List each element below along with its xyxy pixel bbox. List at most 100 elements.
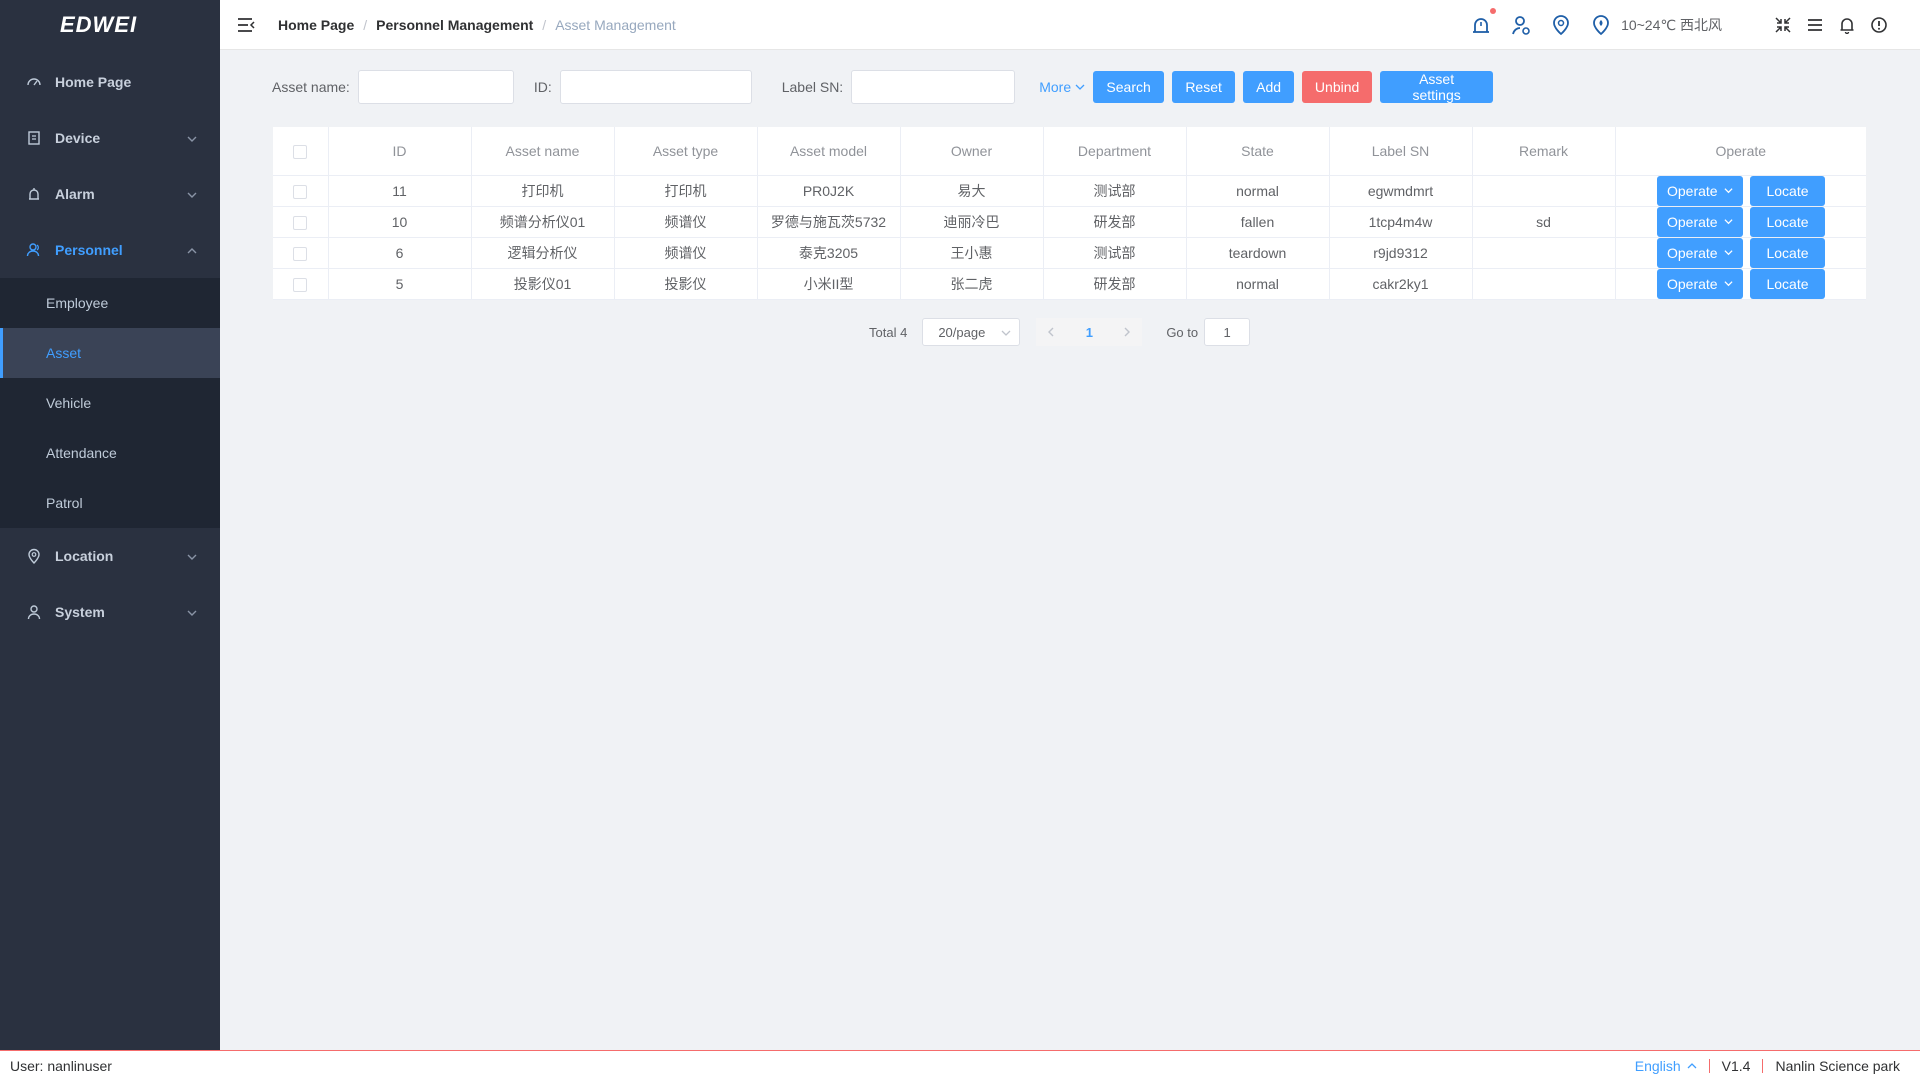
id-label: ID:	[533, 78, 552, 95]
label-sn-input[interactable]	[851, 69, 1016, 104]
column-header-remark[interactable]: Remark	[1472, 127, 1616, 176]
map-pin-icon[interactable]	[1549, 13, 1573, 37]
chevron-down-icon	[1724, 188, 1733, 194]
table-row[interactable]: 10 频谱分析仪01 频谱仪 罗德与施瓦茨5732 迪丽冷巴 研发部 falle…	[273, 206, 1866, 238]
sidebar-subitem-vehicle[interactable]: Vehicle	[0, 378, 220, 428]
chevron-down-icon	[186, 550, 198, 566]
chevron-down-icon	[186, 188, 198, 204]
sidebar-subitem-label: Attendance	[46, 445, 117, 461]
sidebar-item-alarm[interactable]: Alarm	[0, 166, 220, 222]
more-filters-toggle[interactable]: More	[1039, 79, 1085, 95]
select-all-checkbox[interactable]	[293, 144, 308, 159]
goto-page: Go to 1	[1166, 318, 1251, 346]
reset-button[interactable]: Reset	[1172, 70, 1236, 103]
breadcrumb-asset-management: Asset Management	[555, 16, 676, 33]
footer-divider	[1762, 1059, 1764, 1073]
column-header-asset-model[interactable]: Asset model	[757, 127, 901, 176]
sidebar-item-label: Personnel	[55, 242, 123, 258]
locate-button[interactable]: Locate	[1750, 237, 1825, 268]
locate-button[interactable]: Locate	[1750, 206, 1825, 237]
breadcrumb-personnel-management[interactable]: Personnel Management	[376, 17, 533, 33]
cell-state: fallen	[1186, 206, 1330, 238]
menu-list-icon[interactable]	[1804, 13, 1826, 37]
asset-name-label: Asset name:	[272, 78, 350, 95]
operate-dropdown-button[interactable]: Operate	[1656, 268, 1743, 299]
cell-operate: Operate Locate	[1615, 175, 1866, 207]
cell-remark	[1472, 175, 1616, 207]
sidebar-item-label: Alarm	[55, 186, 95, 202]
chevron-left-icon	[1048, 327, 1054, 337]
operate-label: Operate	[1666, 244, 1718, 261]
cell-id: 11	[328, 175, 472, 207]
asset-name-input[interactable]	[357, 69, 514, 104]
exit-fullscreen-icon[interactable]	[1772, 13, 1794, 37]
column-header-id[interactable]: ID	[328, 127, 472, 176]
column-header-label-sn[interactable]: Label SN	[1329, 127, 1473, 176]
cell-owner: 迪丽冷巴	[900, 206, 1044, 238]
sidebar-subitem-employee[interactable]: Employee	[0, 278, 220, 328]
unbind-button[interactable]: Unbind	[1302, 70, 1373, 103]
language-label: English	[1634, 1058, 1681, 1074]
column-header-asset-type[interactable]: Asset type	[614, 127, 758, 176]
asset-settings-button[interactable]: Asset settings	[1380, 70, 1494, 103]
table-row[interactable]: 5 投影仪01 投影仪 小米II型 张二虎 研发部 normal cakr2ky…	[273, 268, 1866, 300]
language-switcher[interactable]: English	[1635, 1058, 1697, 1074]
operate-dropdown-button[interactable]: Operate	[1656, 175, 1743, 206]
sidebar-item-personnel[interactable]: Personnel	[0, 222, 220, 278]
personnel-track-icon[interactable]	[1509, 13, 1533, 37]
column-header-department[interactable]: Department	[1043, 127, 1187, 176]
row-checkbox[interactable]	[293, 246, 308, 261]
row-checkbox[interactable]	[293, 184, 308, 199]
select-all-cell	[273, 127, 329, 176]
cell-department: 研发部	[1043, 268, 1187, 300]
page-number-current[interactable]: 1	[1066, 318, 1113, 346]
row-checkbox[interactable]	[293, 215, 308, 230]
prev-page-button[interactable]	[1036, 318, 1067, 346]
chevron-right-icon	[1124, 327, 1131, 337]
search-button[interactable]: Search	[1093, 70, 1165, 103]
current-user: User: nanlinuser	[10, 1057, 112, 1074]
sidebar-item-home[interactable]: Home Page	[0, 54, 220, 110]
next-page-button[interactable]	[1112, 318, 1143, 346]
sidebar-item-device[interactable]: Device	[0, 110, 220, 166]
operate-dropdown-button[interactable]: Operate	[1656, 206, 1743, 237]
goto-page-input[interactable]: 1	[1204, 318, 1251, 346]
logo-text: EDWEI	[60, 12, 138, 37]
cell-label-sn: egwmdmrt	[1329, 175, 1473, 207]
operate-label: Operate	[1666, 213, 1718, 230]
row-checkbox[interactable]	[293, 277, 308, 292]
cell-id: 5	[328, 268, 472, 300]
breadcrumb-home[interactable]: Home Page	[278, 17, 354, 33]
sidebar-subitem-attendance[interactable]: Attendance	[0, 428, 220, 478]
alarm-light-icon[interactable]	[1469, 8, 1497, 37]
table-row[interactable]: 6 逻辑分析仪 频谱仪 泰克3205 王小惠 测试部 teardown r9jd…	[273, 237, 1866, 269]
sidebar-item-system[interactable]: System	[0, 584, 220, 640]
operate-label: Operate	[1666, 275, 1718, 292]
sidebar-subitem-label: Asset	[46, 345, 82, 361]
cell-label-sn: cakr2ky1	[1329, 268, 1473, 300]
cell-operate: Operate Locate	[1615, 268, 1866, 300]
table-row[interactable]: 11 打印机 打印机 PR0J2K 易大 测试部 normal egwmdmrt…	[273, 175, 1866, 207]
filter-bar: Asset name: ID: Label SN: More Search Re…	[272, 69, 1494, 104]
column-header-state[interactable]: State	[1186, 127, 1330, 176]
sidebar-subitem-patrol[interactable]: Patrol	[0, 478, 220, 528]
add-button[interactable]: Add	[1243, 70, 1295, 103]
dashboard-icon	[25, 73, 43, 91]
sidebar-subitem-asset[interactable]: Asset	[0, 328, 220, 378]
cell-asset-name: 投影仪01	[471, 268, 615, 300]
locate-button[interactable]: Locate	[1750, 268, 1825, 299]
cell-id: 6	[328, 237, 472, 269]
operate-dropdown-button[interactable]: Operate	[1656, 237, 1743, 268]
locate-button[interactable]: Locate	[1750, 175, 1825, 206]
bell-icon[interactable]	[1836, 13, 1858, 37]
cell-asset-model: 罗德与施瓦茨5732	[757, 206, 901, 238]
sidebar-item-location[interactable]: Location	[0, 528, 220, 584]
column-header-owner[interactable]: Owner	[900, 127, 1044, 176]
id-input[interactable]	[559, 69, 752, 104]
info-icon[interactable]	[1868, 13, 1890, 37]
page-size-select[interactable]: 20/page	[922, 318, 1021, 346]
cell-asset-model: 小米II型	[757, 268, 901, 300]
column-header-asset-name[interactable]: Asset name	[471, 127, 615, 176]
collapse-menu-icon[interactable]	[236, 15, 256, 35]
chevron-up-icon	[186, 244, 198, 260]
